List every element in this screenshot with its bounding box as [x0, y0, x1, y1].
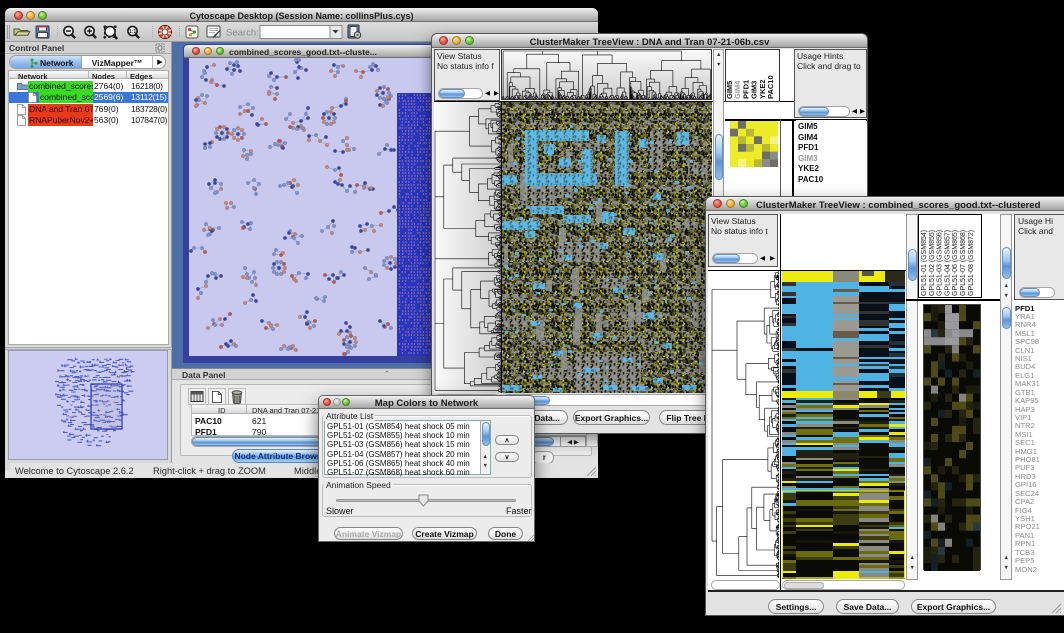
svg-text:Search:: Search: [226, 28, 259, 39]
svg-text:GPL51-08 (GSM872): GPL51-08 (GSM872) [968, 230, 975, 296]
svg-text:GPL51-06 (GSM865): GPL51-06 (GSM865) [952, 230, 959, 296]
svg-text:GPL51-03 (GSM856): GPL51-03 (GSM856) [937, 230, 944, 296]
svg-text:GPL51-02 (GSM855): GPL51-02 (GSM855) [929, 230, 936, 296]
svg-text:GPL51-01 (GSM854): GPL51-01 (GSM854) [921, 230, 928, 296]
svg-text:PAC10: PAC10 [766, 75, 775, 99]
svg-text:1:1: 1:1 [129, 29, 136, 35]
svg-text:GPL51-04 (GSM857): GPL51-04 (GSM857) [944, 230, 951, 296]
svg-text:GPL51-07 (GSM868): GPL51-07 (GSM868) [960, 230, 967, 296]
